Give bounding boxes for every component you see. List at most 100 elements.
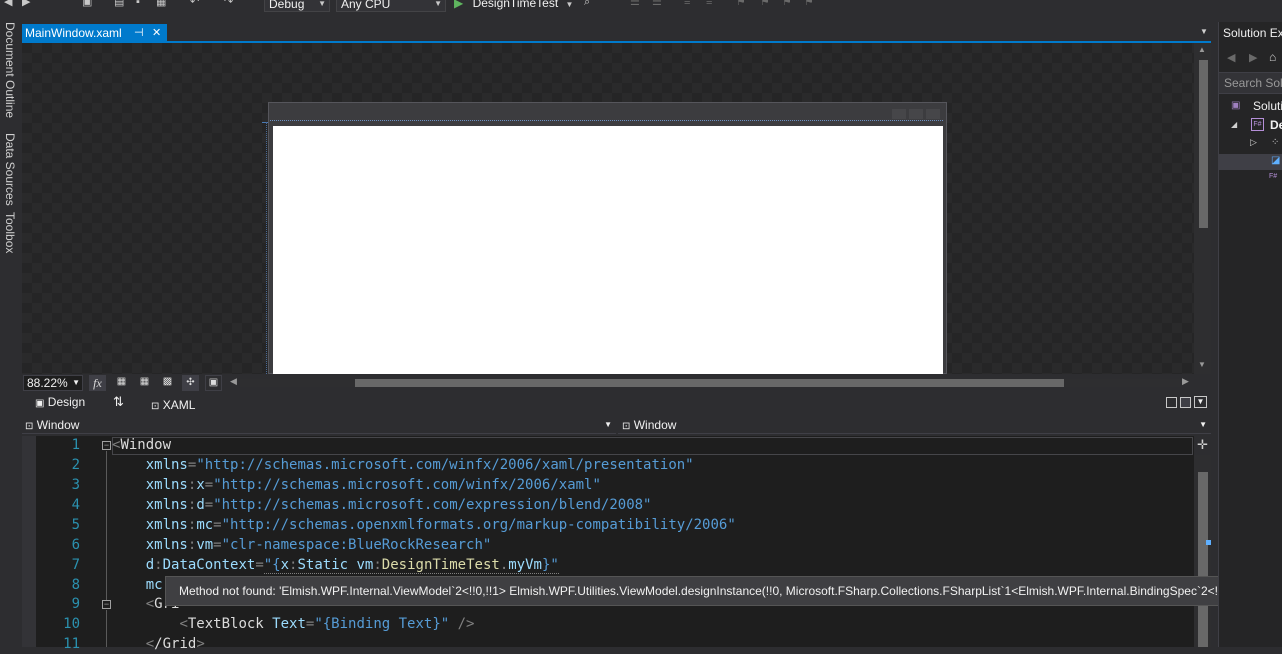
swap-panes-icon[interactable]: ⇅	[113, 394, 124, 410]
bookmark-icon[interactable]: ⚑	[736, 0, 750, 8]
tab-document-outline[interactable]: Document Outline	[0, 22, 20, 130]
save-icon[interactable]: ▪	[136, 0, 150, 8]
indent-icon[interactable]: ≡	[684, 0, 698, 8]
clear-bookmarks-icon[interactable]: ⚑	[804, 0, 818, 8]
member-navigation-value: Window	[633, 418, 677, 432]
attribute-value: "{x:Static vm:DesignTimeTest.myVm}"	[263, 557, 559, 574]
solution-explorer-title: Solution Ex	[1223, 26, 1282, 40]
vertical-split-icon[interactable]	[1166, 397, 1177, 408]
redo-icon[interactable]: ↷	[224, 0, 238, 8]
open-file-icon[interactable]: ▤	[114, 0, 128, 8]
platform-value: Any CPU	[341, 0, 391, 11]
snap-lines-icon[interactable]: ✣	[182, 375, 199, 391]
line-number: 5	[71, 517, 80, 533]
chevron-down-icon: ▼	[604, 420, 612, 429]
member-name: myVm	[508, 557, 542, 573]
expand-right-icon[interactable]: ▷	[1250, 137, 1257, 148]
configuration-value: Debug	[269, 0, 305, 11]
effects-toggle-button[interactable]: fx	[89, 375, 106, 391]
type-navigation-select[interactable]: ⊡ Window ▼	[22, 416, 616, 434]
element-name: Window	[120, 437, 172, 453]
line-number: 1	[71, 437, 80, 453]
prev-bookmark-icon[interactable]: ⚑	[760, 0, 774, 8]
dot: .	[499, 557, 509, 573]
horizontal-split-icon[interactable]	[1180, 397, 1191, 408]
collapse-pane-icon[interactable]: ▼	[1194, 396, 1207, 408]
attribute-name: mc	[196, 517, 214, 533]
forward-icon[interactable]: ▶	[1249, 51, 1257, 64]
attribute-value: "http://schemas.microsoft.com/winfx/2006…	[213, 477, 601, 493]
attribute-value: "{Binding Text}"	[314, 616, 450, 632]
save-all-icon[interactable]: ▦	[156, 0, 170, 8]
attribute-prefix: d	[145, 557, 155, 573]
new-project-icon[interactable]: ▣	[82, 0, 96, 8]
home-icon[interactable]: ⌂	[1269, 50, 1276, 64]
comment-icon[interactable]: ☰	[630, 0, 644, 8]
undo-icon[interactable]: ↶	[190, 0, 204, 8]
tab-toolbox[interactable]: Toolbox	[0, 212, 20, 272]
back-icon[interactable]: ◀	[1227, 51, 1235, 64]
back-icon[interactable]: ◀	[4, 0, 18, 8]
tab-design[interactable]: ▣ Design	[35, 394, 85, 412]
line-number: 2	[71, 457, 80, 473]
markup-ext-close: }"	[541, 557, 559, 573]
solution-search-input[interactable]: Search Solu	[1219, 72, 1282, 94]
maximize-icon	[909, 109, 923, 119]
zoom-select[interactable]: 88.22% ▼	[23, 375, 83, 391]
close-icon[interactable]: ✕	[152, 24, 161, 42]
split-editor-icon[interactable]: ✛	[1194, 436, 1211, 455]
forward-icon[interactable]: ▶	[22, 0, 36, 8]
xaml-tab-label: XAML	[162, 398, 196, 412]
document-tab-mainwindow[interactable]: MainWindow.xaml ⊣ ✕	[22, 24, 167, 42]
line-number: 7	[71, 557, 80, 573]
grid-icon[interactable]: ▦	[113, 375, 130, 391]
uncomment-icon[interactable]: ☰	[652, 0, 666, 8]
tab-data-sources[interactable]: Data Sources	[0, 133, 20, 218]
outdent-icon[interactable]: ≡	[706, 0, 720, 8]
code-line-10: <TextBlock Text="{Binding Text}" />	[179, 616, 475, 632]
solution-platform-select[interactable]: Any CPU ▼	[336, 0, 446, 12]
chevron-down-icon: ▼	[72, 378, 80, 387]
editor-vertical-scroll-thumb[interactable]	[1198, 472, 1208, 647]
scroll-down-icon[interactable]: ▼	[1198, 360, 1206, 369]
chevron-down-icon: ▼	[1199, 420, 1207, 429]
collapse-region-icon[interactable]: −	[102, 441, 111, 450]
next-bookmark-icon[interactable]: ⚑	[782, 0, 796, 8]
code-line-4: xmlns:d="http://schemas.microsoft.com/ex…	[145, 497, 652, 513]
attribute-name: d	[196, 497, 205, 513]
attribute-name: vm	[196, 537, 214, 553]
start-button[interactable]: ▶ DesignTimeTest ▼	[454, 0, 573, 12]
scroll-left-icon[interactable]: ◀	[230, 376, 237, 387]
attribute-value: "http://schemas.microsoft.com/winfx/2006…	[196, 457, 694, 473]
pin-icon[interactable]: ⊣	[134, 24, 144, 42]
artboard-background-icon[interactable]: ▩	[159, 375, 176, 391]
find-icon[interactable]: ⌕	[584, 0, 598, 8]
expand-down-icon[interactable]: ◢	[1231, 120, 1237, 129]
type-navigation-value: Window	[36, 418, 80, 432]
designer-vertical-scroll-thumb[interactable]	[1199, 60, 1208, 228]
tree-item-solution[interactable]: Soluti	[1253, 99, 1282, 113]
chevron-down-icon: ▼	[318, 0, 326, 8]
line-number: 4	[71, 497, 80, 513]
device-preview-icon[interactable]: ▣	[205, 375, 222, 391]
scroll-right-icon[interactable]: ▶	[1182, 376, 1189, 387]
collapse-region-icon[interactable]: −	[102, 600, 111, 609]
code-line-6: xmlns:vm="clr-namespace:BlueRockResearch…	[145, 537, 492, 553]
designer-horizontal-scroll-thumb[interactable]	[355, 379, 1064, 387]
tree-item-project[interactable]: De	[1270, 118, 1282, 132]
chevron-down-icon: ▼	[434, 0, 442, 8]
attribute-prefix: xmlns	[145, 497, 188, 513]
tree-item-selected[interactable]: ◪	[1219, 154, 1282, 170]
code-line-5: xmlns:mc="http://schemas.openxmlformats.…	[145, 517, 736, 533]
tab-overflow-icon[interactable]: ▼	[1200, 27, 1208, 36]
search-placeholder: Search Solu	[1224, 76, 1282, 90]
tab-xaml[interactable]: ⊡ XAML	[151, 397, 195, 415]
snap-gridlines-icon[interactable]: ▦	[136, 375, 153, 391]
member-navigation-select[interactable]: ⊡ Window ▼	[618, 416, 1211, 434]
solution-configuration-select[interactable]: Debug ▼	[264, 0, 330, 12]
scroll-up-icon[interactable]: ▲	[1198, 45, 1206, 54]
xaml-view-icon: ⊡	[151, 401, 160, 412]
start-target-label: DesignTimeTest	[472, 0, 559, 10]
window-preview-client[interactable]	[273, 126, 943, 374]
attribute-name: xmlns	[145, 457, 188, 473]
